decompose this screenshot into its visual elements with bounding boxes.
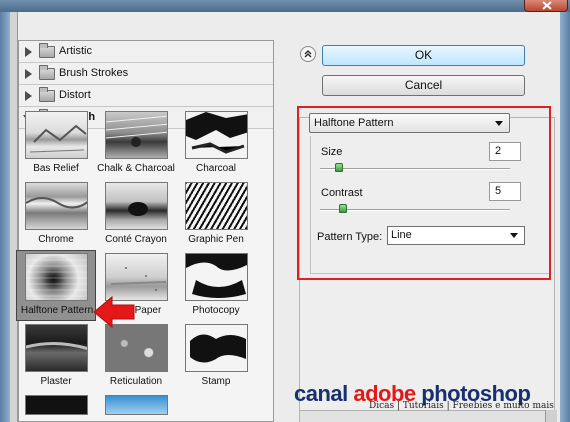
thumbnail-label: Bas Relief bbox=[33, 163, 79, 174]
thumbnail-label: Stamp bbox=[201, 376, 231, 387]
expand-arrow-icon[interactable] bbox=[25, 91, 32, 101]
category-distort[interactable]: Distort bbox=[19, 85, 273, 107]
thumbnail-conte-crayon[interactable]: Conté Crayon bbox=[96, 179, 176, 250]
window-frame-right bbox=[560, 12, 570, 422]
category-label: Distort bbox=[59, 89, 91, 101]
collapse-gallery-button[interactable] bbox=[300, 46, 316, 62]
category-label: Artistic bbox=[59, 45, 92, 57]
category-brush-strokes[interactable]: Brush Strokes bbox=[19, 63, 273, 85]
thumbnail-image bbox=[185, 182, 248, 230]
thumbnail-label: Photocopy bbox=[192, 305, 240, 316]
filter-gallery-dialog: Artistic Brush Strokes Distort Sketch Ba… bbox=[10, 12, 560, 422]
thumbnail-image bbox=[105, 253, 168, 301]
thumbnail-label: Reticulation bbox=[109, 376, 163, 387]
category-label: Brush Strokes bbox=[59, 67, 129, 79]
folder-icon bbox=[39, 43, 55, 58]
thumbnail-partial[interactable] bbox=[96, 392, 176, 415]
thumbnail-reticulation[interactable]: Reticulation bbox=[96, 321, 176, 392]
thumbnail-label: Chrome bbox=[38, 234, 74, 245]
chevron-up-icon bbox=[304, 50, 312, 58]
folder-icon bbox=[39, 87, 55, 102]
thumbnail-charcoal[interactable]: Charcoal bbox=[176, 108, 256, 179]
thumbnail-image bbox=[105, 182, 168, 230]
folder-icon bbox=[39, 65, 55, 80]
window-frame-left bbox=[0, 12, 10, 422]
thumbnail-image bbox=[25, 324, 88, 372]
red-arrow-annotation bbox=[93, 295, 135, 329]
thumbnail-image bbox=[25, 182, 88, 230]
thumbnail-chrome[interactable]: Chrome bbox=[16, 179, 96, 250]
thumbnail-halftone-pattern[interactable]: Halftone Pattern bbox=[16, 250, 96, 321]
thumbnail-image bbox=[105, 111, 168, 159]
cancel-button[interactable]: Cancel bbox=[322, 75, 525, 96]
thumbnail-label: Charcoal bbox=[195, 163, 237, 174]
thumbnail-image bbox=[105, 395, 168, 415]
thumbnail-image bbox=[185, 253, 248, 301]
thumbnail-image bbox=[25, 253, 88, 301]
thumbnail-label: Chalk & Charcoal bbox=[97, 163, 175, 174]
thumbnail-plaster[interactable]: Plaster bbox=[16, 321, 96, 392]
thumbnail-image bbox=[185, 111, 248, 159]
thumbnail-stamp[interactable]: Stamp bbox=[176, 321, 256, 392]
thumbnail-chalk-charcoal[interactable]: Chalk & Charcoal bbox=[96, 108, 176, 179]
thumbnail-image bbox=[25, 111, 88, 159]
thumbnail-label: Halftone Pattern bbox=[20, 305, 94, 316]
watermark-logo: canal adobe photoshop Dicas | Tutoriais … bbox=[294, 381, 556, 421]
thumbnail-label: Conté Crayon bbox=[105, 234, 167, 245]
category-artistic[interactable]: Artistic bbox=[19, 41, 273, 63]
thumbnail-label: Graphic Pen bbox=[188, 234, 244, 245]
ok-button[interactable]: OK bbox=[322, 45, 525, 66]
expand-arrow-icon[interactable] bbox=[25, 47, 32, 57]
window-close-button[interactable] bbox=[524, 0, 568, 12]
thumbnail-bas-relief[interactable]: Bas Relief bbox=[16, 108, 96, 179]
window-titlebar bbox=[0, 0, 570, 12]
watermark-subtitle: Dicas | Tutoriais | Freebies e muito mai… bbox=[369, 401, 554, 411]
thumbnail-photocopy[interactable]: Photocopy bbox=[176, 250, 256, 321]
highlight-annotation bbox=[297, 106, 551, 280]
thumbnail-image bbox=[105, 324, 168, 372]
expand-arrow-icon[interactable] bbox=[25, 69, 32, 79]
thumbnail-graphic-pen[interactable]: Graphic Pen bbox=[176, 179, 256, 250]
thumbnail-image bbox=[185, 324, 248, 372]
thumbnail-partial[interactable] bbox=[16, 392, 96, 415]
thumbnail-label: Plaster bbox=[40, 376, 72, 387]
thumbnail-image bbox=[25, 395, 88, 415]
close-icon bbox=[542, 1, 552, 10]
